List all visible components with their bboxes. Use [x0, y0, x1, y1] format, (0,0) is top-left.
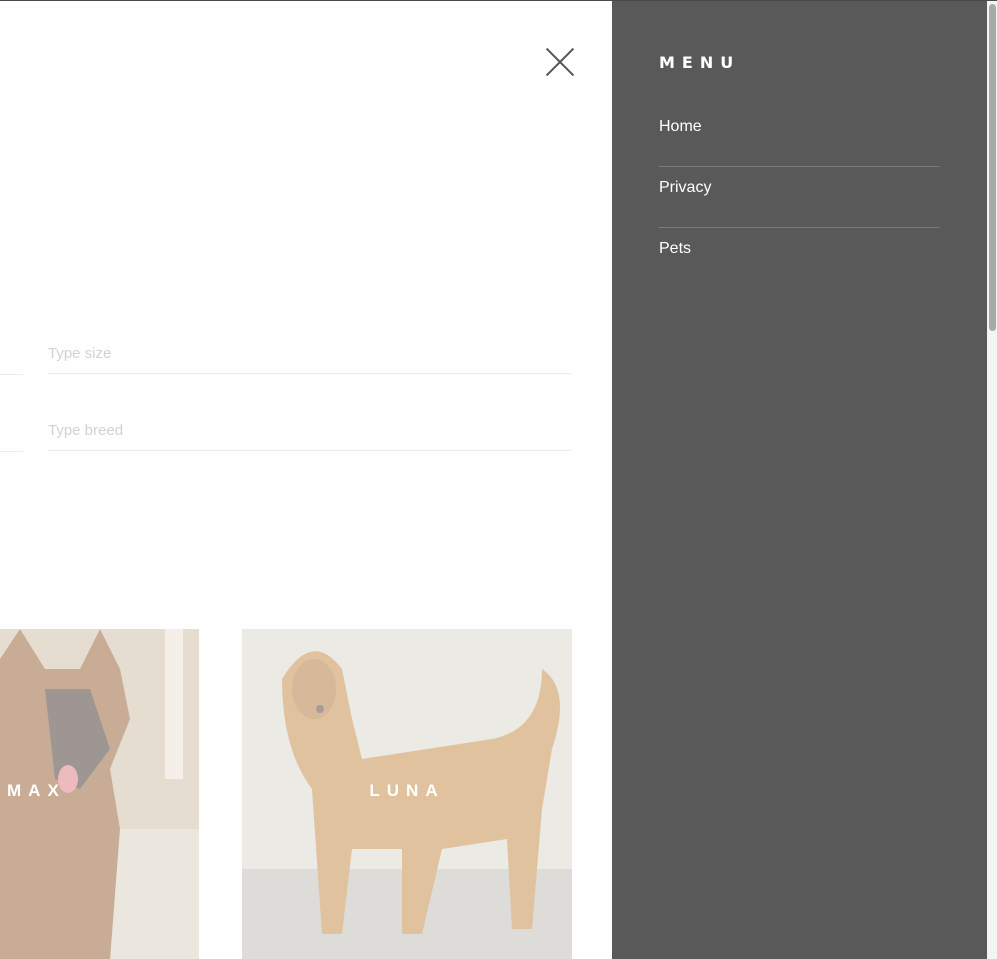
- menu-item-home[interactable]: Home: [659, 106, 940, 167]
- breed-field[interactable]: [48, 411, 572, 451]
- field-stub-left: [0, 451, 23, 452]
- size-field[interactable]: [48, 334, 572, 374]
- pet-card-luna[interactable]: LUNA: [242, 629, 572, 959]
- menu-list: Home Privacy Pets: [659, 106, 940, 289]
- pet-name-max: MAX: [7, 781, 66, 800]
- field-stub-left: [0, 374, 23, 375]
- breed-input[interactable]: [48, 411, 572, 450]
- close-menu-button[interactable]: [544, 46, 576, 78]
- main-content: MAX LUNA: [0, 1, 612, 959]
- scrollbar-thumb[interactable]: [989, 4, 996, 331]
- size-input[interactable]: [48, 334, 572, 373]
- menu-item-privacy[interactable]: Privacy: [659, 167, 940, 228]
- menu-title: MENU: [659, 53, 741, 72]
- side-menu: MENU Home Privacy Pets: [612, 1, 987, 959]
- pet-card-max[interactable]: MAX: [0, 629, 199, 959]
- pet-name-luna: LUNA: [369, 781, 445, 800]
- menu-item-pets[interactable]: Pets: [659, 228, 940, 289]
